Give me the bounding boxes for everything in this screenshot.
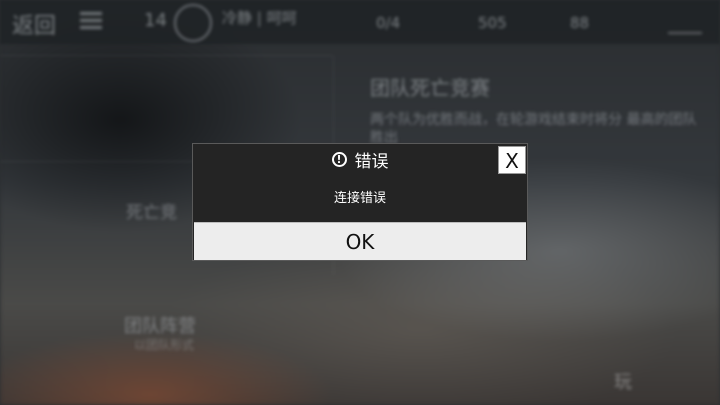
- dialog-header: ! 错误: [193, 144, 527, 174]
- dialog-message: 连接错误: [333, 191, 386, 206]
- currency-amount: 505: [478, 14, 507, 32]
- dialog-title: 错误: [354, 151, 389, 172]
- gold-amount: 88: [570, 14, 590, 32]
- close-button[interactable]: X: [498, 146, 526, 174]
- mode-description: 两个队为优胜而战，在轮游戏结束时将分 最高的团队胜出: [370, 112, 697, 146]
- player-level: 14: [144, 10, 167, 31]
- mode-option-deathmatch[interactable]: 死亡竞: [126, 198, 177, 223]
- clock-icon: [174, 4, 212, 42]
- player-name: 冷静 | 呵呵: [222, 9, 297, 27]
- signal-icon: [668, 14, 702, 34]
- alert-icon: !: [331, 151, 347, 167]
- play-label[interactable]: 玩: [614, 368, 632, 394]
- menu-icon[interactable]: [80, 12, 102, 30]
- ok-button[interactable]: OK: [194, 222, 526, 260]
- stat-count: 0/4: [376, 14, 401, 32]
- top-bar: [0, 0, 720, 44]
- back-button[interactable]: 返回: [12, 8, 56, 40]
- mode-option-team-sub: 以团队形式: [134, 338, 195, 352]
- mode-option-team[interactable]: 团队阵营: [124, 312, 196, 338]
- mode-title: 团队死亡竞赛: [370, 76, 490, 100]
- error-dialog: ! 错误 X 连接错误 OK: [192, 143, 528, 261]
